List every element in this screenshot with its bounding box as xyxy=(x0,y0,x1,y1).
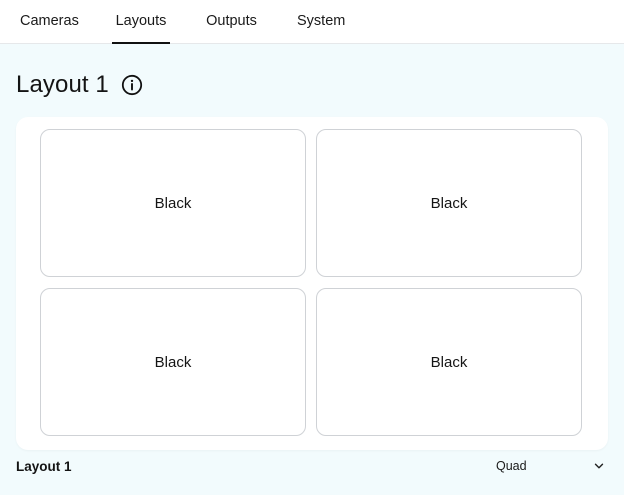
layout-cell-bottom-right[interactable]: Black xyxy=(316,288,582,436)
tab-outputs[interactable]: Outputs xyxy=(205,0,258,44)
layout-preview-card: Black Black Black Black xyxy=(16,117,608,450)
cell-source-label: Black xyxy=(430,353,468,371)
layout-cell-top-left[interactable]: Black xyxy=(40,129,306,277)
cell-source-label: Black xyxy=(154,353,192,371)
tab-cameras[interactable]: Cameras xyxy=(20,0,79,44)
layout-cell-top-right[interactable]: Black xyxy=(316,129,582,277)
layout-type-value: Quad xyxy=(496,459,527,473)
top-nav: Cameras Layouts Outputs System xyxy=(0,0,624,44)
page-title: Layout 1 xyxy=(16,71,109,98)
title-row: Layout 1 xyxy=(16,66,143,104)
layout-cell-bottom-left[interactable]: Black xyxy=(40,288,306,436)
tab-system[interactable]: System xyxy=(297,0,345,44)
info-icon[interactable] xyxy=(121,74,143,96)
layout-type-select[interactable]: Quad xyxy=(488,455,610,477)
cell-source-label: Black xyxy=(154,194,192,212)
layout-name-label: Layout 1 xyxy=(16,459,72,474)
chevron-down-icon xyxy=(593,460,605,472)
tab-layouts[interactable]: Layouts xyxy=(112,0,170,44)
cell-source-label: Black xyxy=(430,194,468,212)
